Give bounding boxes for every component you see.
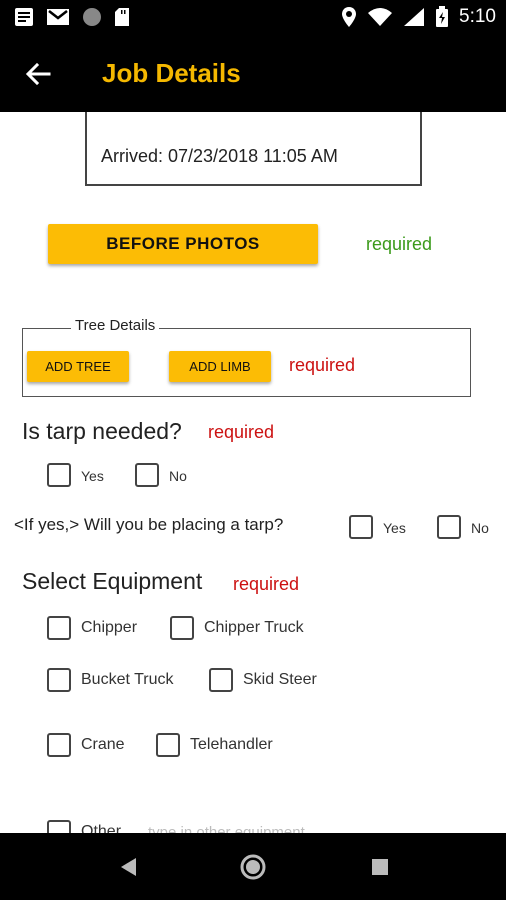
job-details-form[interactable]: Arrived: 07/23/2018 11:05 AM BEFORE PHOT… xyxy=(0,112,506,833)
wifi-icon xyxy=(368,8,393,26)
nav-back-button[interactable] xyxy=(114,853,142,881)
home-circle-icon xyxy=(240,854,266,880)
equipment-checkbox-other[interactable] xyxy=(47,820,71,833)
tree-details-group: Tree Details ADD TREE ADD LIMB required xyxy=(22,317,471,397)
equipment-label-other: Other xyxy=(81,823,122,833)
equipment-label-chipper-truck: Chipper Truck xyxy=(204,619,304,636)
add-limb-button[interactable]: ADD LIMB xyxy=(169,351,271,382)
equipment-checkbox-skid-steer[interactable] xyxy=(209,668,233,692)
equipment-label-chipper: Chipper xyxy=(81,619,138,636)
tarp-no-checkbox[interactable] xyxy=(135,463,159,487)
equipment-checkbox-bucket-truck[interactable] xyxy=(47,668,71,692)
circle-icon xyxy=(83,8,101,26)
location-icon xyxy=(342,7,357,27)
signal-icon xyxy=(404,8,425,26)
equipment-label-skid-steer: Skid Steer xyxy=(243,671,317,688)
battery-icon xyxy=(436,6,449,27)
status-right-icons: 5:10 xyxy=(341,6,496,28)
equipment-checkbox-telehandler[interactable] xyxy=(156,733,180,757)
equipment-required-label: required xyxy=(233,574,300,594)
tarp-yes-label: Yes xyxy=(81,468,104,484)
placing-tarp-no-checkbox[interactable] xyxy=(437,515,461,539)
placing-tarp-question: <If yes,> Will you be placing a tarp? xyxy=(14,515,284,534)
back-button[interactable] xyxy=(20,56,56,92)
recents-square-icon xyxy=(372,859,388,875)
arrival-info-box: Arrived: 07/23/2018 11:05 AM xyxy=(85,112,422,186)
nav-recents-button[interactable] xyxy=(366,853,394,881)
placing-tarp-yes-label: Yes xyxy=(383,520,406,536)
arrived-timestamp: Arrived: 07/23/2018 11:05 AM xyxy=(101,146,338,166)
tarp-question: Is tarp needed? xyxy=(22,418,182,444)
other-equipment-input[interactable]: type in other equipment xyxy=(148,824,305,833)
equipment-label-telehandler: Telehandler xyxy=(190,736,273,753)
equipment-label-bucket-truck: Bucket Truck xyxy=(81,671,174,688)
tarp-yes-checkbox[interactable] xyxy=(47,463,71,487)
gmail-icon xyxy=(47,9,69,25)
equipment-checkbox-crane[interactable] xyxy=(47,733,71,757)
equipment-checkbox-chipper[interactable] xyxy=(47,616,71,640)
status-bar: 5:10 xyxy=(0,0,506,36)
status-time: 5:10 xyxy=(459,6,496,27)
add-tree-button[interactable]: ADD TREE xyxy=(27,351,129,382)
tree-details-legend: Tree Details xyxy=(71,317,160,334)
arrow-back-icon xyxy=(25,62,51,86)
equipment-title: Select Equipment xyxy=(22,568,203,594)
app-bar: Job Details xyxy=(0,36,506,112)
equipment-label-crane: Crane xyxy=(81,736,125,753)
placing-tarp-yes-checkbox[interactable] xyxy=(349,515,373,539)
back-triangle-icon xyxy=(121,858,136,876)
equipment-checkbox-chipper-truck[interactable] xyxy=(170,616,194,640)
page-title: Job Details xyxy=(102,58,241,88)
placing-tarp-no-label: No xyxy=(471,520,489,536)
tarp-required-label: required xyxy=(208,422,275,442)
system-nav-bar xyxy=(0,833,506,900)
photos-required-label: required xyxy=(366,234,433,254)
status-left-icons xyxy=(14,7,130,27)
notes-icon xyxy=(15,8,33,26)
sd-card-icon xyxy=(115,8,129,26)
before-photos-button[interactable]: BEFORE PHOTOS xyxy=(48,224,318,264)
tree-required-label: required xyxy=(289,355,356,375)
tarp-no-label: No xyxy=(169,468,187,484)
nav-home-button[interactable] xyxy=(239,853,267,881)
